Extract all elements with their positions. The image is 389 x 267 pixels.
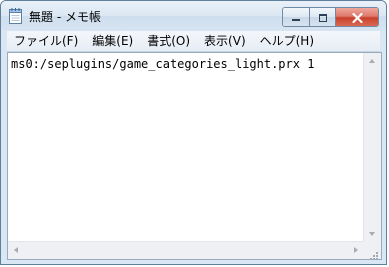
maximize-button[interactable] xyxy=(309,8,335,26)
caption-buttons xyxy=(282,7,379,27)
minimize-icon xyxy=(291,8,301,26)
scroll-up-icon[interactable] xyxy=(369,59,375,63)
notepad-icon[interactable] xyxy=(9,8,22,24)
horizontal-scrollbar[interactable] xyxy=(8,241,364,259)
close-icon xyxy=(351,8,363,26)
menu-file[interactable]: ファイル(F) xyxy=(7,31,85,51)
resize-grip-icon xyxy=(368,246,379,260)
close-button[interactable] xyxy=(335,8,378,26)
menu-format[interactable]: 書式(O) xyxy=(140,31,197,51)
scroll-left-icon[interactable] xyxy=(14,247,18,253)
scroll-right-icon[interactable] xyxy=(354,247,358,253)
menu-view[interactable]: 表示(V) xyxy=(197,31,253,51)
menu-edit[interactable]: 編集(E) xyxy=(85,31,140,51)
minimize-button[interactable] xyxy=(283,8,309,26)
title-bar[interactable]: 無題 - メモ帳 xyxy=(1,1,386,31)
maximize-icon xyxy=(318,8,328,26)
size-grip[interactable] xyxy=(364,242,381,260)
notepad-window: 無題 - メモ帳 ファイル(F) 編集(E) 書式(O) 表示(V) ヘルプ(H… xyxy=(0,0,387,265)
vertical-scrollbar[interactable] xyxy=(363,53,381,242)
editor-area: ms0:/seplugins/game_categories_light.prx… xyxy=(7,52,382,260)
menu-bar: ファイル(F) 編集(E) 書式(O) 表示(V) ヘルプ(H) xyxy=(7,31,380,52)
text-editor[interactable]: ms0:/seplugins/game_categories_light.prx… xyxy=(8,53,364,242)
menu-help[interactable]: ヘルプ(H) xyxy=(253,31,321,51)
window-title: 無題 - メモ帳 xyxy=(29,10,101,24)
scroll-down-icon[interactable] xyxy=(369,232,375,236)
